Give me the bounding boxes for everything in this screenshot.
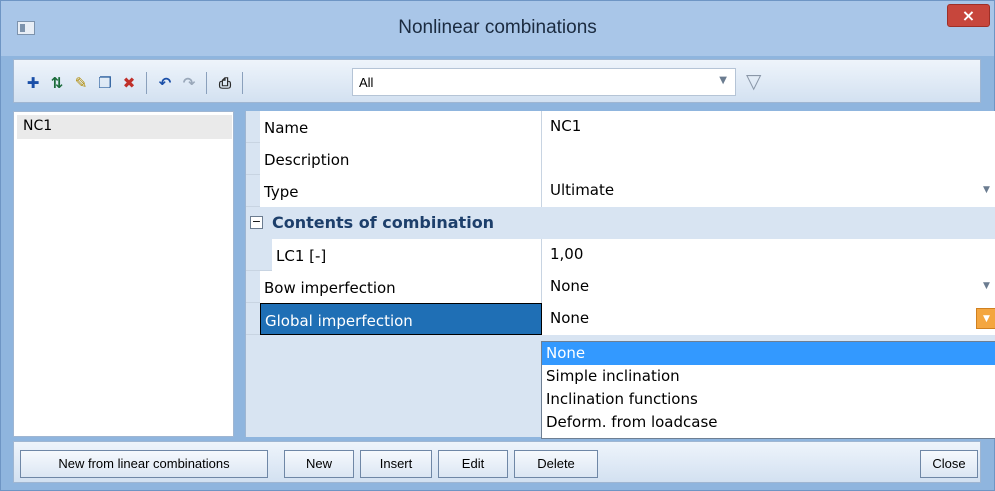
global-imperfection-select[interactable]: None ▼: [542, 303, 995, 335]
section-label: Contents of combination: [272, 213, 495, 232]
description-value[interactable]: [542, 143, 995, 175]
print-icon[interactable]: ⎙: [216, 74, 234, 92]
new-button[interactable]: New: [284, 450, 354, 478]
type-value: Ultimate: [550, 181, 615, 199]
row-name: Name NC1: [246, 111, 995, 143]
row-description: Description: [246, 143, 995, 175]
collapse-icon[interactable]: −: [250, 216, 263, 229]
dropdown-option[interactable]: None: [542, 342, 995, 365]
toolbar-separator: [146, 72, 147, 94]
bow-imperfection-value: None: [550, 277, 590, 295]
insert-button[interactable]: Insert: [360, 450, 432, 478]
combination-list: NC1: [13, 111, 234, 437]
bow-imperfection-label: Bow imperfection: [260, 271, 542, 303]
row-lc1: LC1 [-] 1,00: [246, 239, 995, 271]
toolbar-separator: [242, 72, 243, 94]
imperfection-dropdown-list: None Simple inclination Inclination func…: [541, 341, 995, 439]
dialog-window: Nonlinear combinations × ✚ ⇅ ✎ ❐ ✖ ↶ ↷ ⎙…: [0, 0, 995, 491]
list-item[interactable]: NC1: [17, 115, 232, 139]
toolbar-separator: [206, 72, 207, 94]
chevron-down-icon[interactable]: ▼: [976, 180, 995, 201]
new-from-linear-button[interactable]: New from linear combinations: [20, 450, 268, 478]
chevron-down-icon: ▼: [719, 75, 727, 86]
title-bar[interactable]: Nonlinear combinations ×: [1, 1, 994, 56]
type-select[interactable]: Ultimate ▼: [542, 175, 995, 207]
close-window-button[interactable]: ×: [947, 4, 990, 27]
chevron-down-icon[interactable]: ▼: [976, 276, 995, 297]
redo-icon[interactable]: ↷: [180, 74, 198, 92]
new-icon[interactable]: ✚: [24, 74, 42, 92]
name-label: Name: [260, 111, 542, 143]
window-title: Nonlinear combinations: [398, 17, 597, 38]
row-global-imperfection: Global imperfection None ▼: [246, 303, 995, 335]
global-imperfection-label: Global imperfection: [260, 303, 542, 335]
toolbar: ✚ ⇅ ✎ ❐ ✖ ↶ ↷ ⎙ All ▼ ▽: [13, 59, 981, 103]
chevron-down-icon[interactable]: ▼: [976, 308, 995, 329]
global-imperfection-value: None: [550, 309, 590, 327]
row-bow-imperfection: Bow imperfection None ▼: [246, 271, 995, 303]
delete-icon[interactable]: ✖: [120, 74, 138, 92]
lc1-label: LC1 [-]: [272, 239, 542, 271]
type-label: Type: [260, 175, 542, 207]
dropdown-option[interactable]: Simple inclination: [542, 365, 995, 388]
row-type: Type Ultimate ▼: [246, 175, 995, 207]
section-contents[interactable]: − Contents of combination: [246, 207, 995, 239]
filter-select[interactable]: All ▼: [352, 68, 736, 96]
dropdown-option[interactable]: Inclination functions: [542, 388, 995, 411]
edit-button[interactable]: Edit: [438, 450, 508, 478]
lc1-value[interactable]: 1,00: [542, 239, 995, 271]
delete-button[interactable]: Delete: [514, 450, 598, 478]
edit-pencil-icon[interactable]: ✎: [72, 74, 90, 92]
copy-icon[interactable]: ❐: [96, 74, 114, 92]
button-bar: New from linear combinations New Insert …: [13, 441, 981, 483]
dropdown-option[interactable]: Deform. from loadcase: [542, 411, 995, 434]
split-icon[interactable]: ⇅: [48, 74, 66, 92]
name-value[interactable]: NC1: [542, 111, 995, 143]
undo-icon[interactable]: ↶: [156, 74, 174, 92]
bow-imperfection-select[interactable]: None ▼: [542, 271, 995, 303]
filter-value: All: [359, 75, 374, 90]
description-label: Description: [260, 143, 542, 175]
close-button[interactable]: Close: [920, 450, 978, 478]
funnel-icon[interactable]: ▽: [746, 69, 761, 93]
